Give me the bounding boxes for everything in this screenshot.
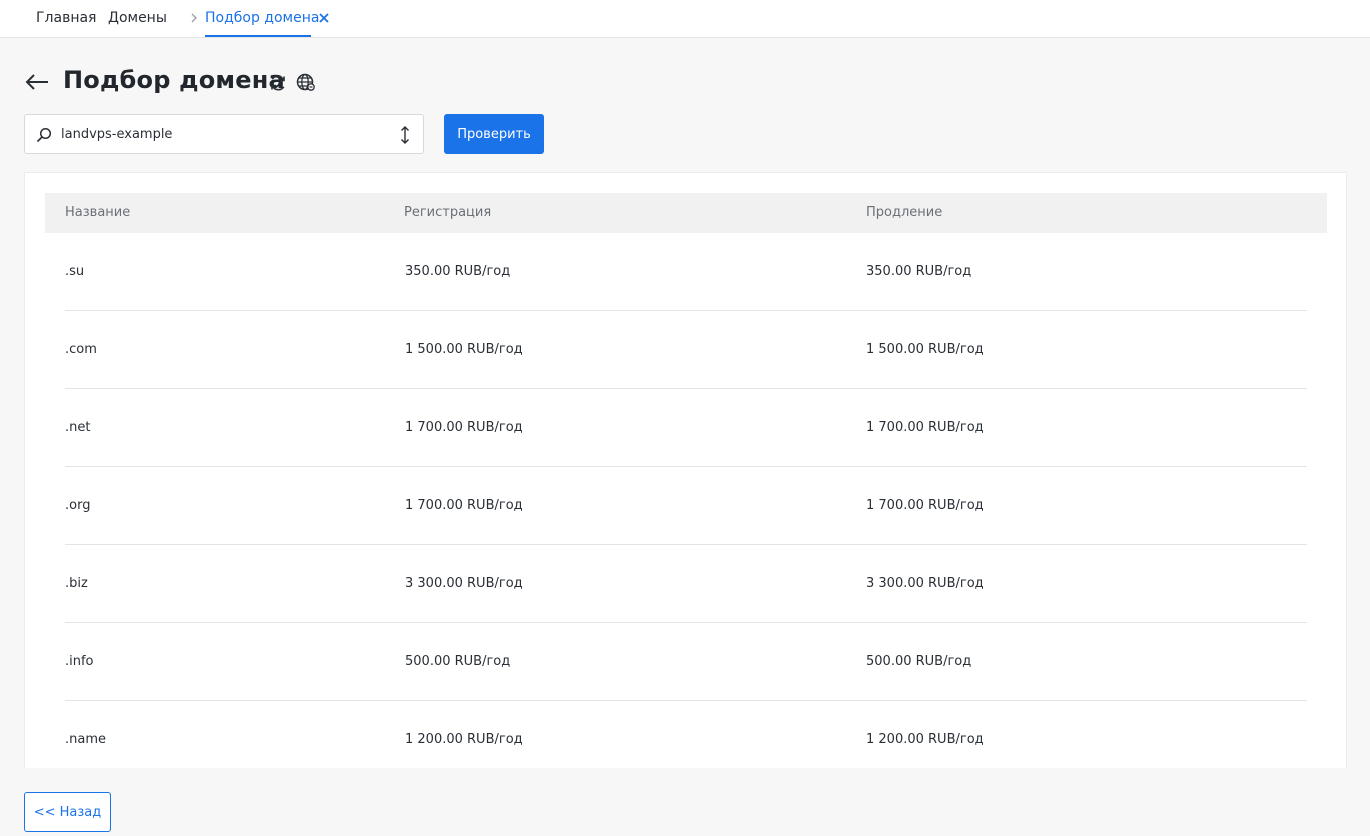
cell-domain-zone: .name [65, 732, 106, 747]
tab-domains[interactable]: Домены [108, 0, 167, 38]
cell-registration-price: 1 700.00 RUB/год [405, 498, 523, 513]
page-title: Подбор домена [63, 66, 285, 94]
refresh-icon[interactable] [268, 73, 288, 93]
table-row[interactable]: .net 1 700.00 RUB/год 1 700.00 RUB/год [65, 389, 1307, 467]
cell-renewal-price: 1 700.00 RUB/год [866, 420, 984, 435]
cell-domain-zone: .biz [65, 576, 88, 591]
table-row[interactable]: .info 500.00 RUB/год 500.00 RUB/год [65, 623, 1307, 701]
sort-icon[interactable] [398, 125, 412, 145]
cell-renewal-price: 1 700.00 RUB/год [866, 498, 984, 513]
column-header-renewal[interactable]: Продление [866, 193, 942, 233]
cell-renewal-price: 3 300.00 RUB/год [866, 576, 984, 591]
tab-home[interactable]: Главная [36, 0, 96, 38]
cell-renewal-price: 1 200.00 RUB/год [866, 732, 984, 747]
globe-icon[interactable] [296, 72, 316, 92]
tab-bar: Главная Домены Подбор домена [0, 0, 1370, 38]
table-row[interactable]: .biz 3 300.00 RUB/год 3 300.00 RUB/год [65, 545, 1307, 623]
cell-renewal-price: 1 500.00 RUB/год [866, 342, 984, 357]
cell-domain-zone: .org [65, 498, 91, 513]
column-header-registration[interactable]: Регистрация [404, 193, 491, 233]
table-header: Название Регистрация Продление [45, 193, 1327, 233]
cell-domain-zone: .info [65, 654, 94, 669]
back-arrow-icon[interactable] [24, 70, 50, 94]
cell-renewal-price: 350.00 RUB/год [866, 264, 972, 279]
cell-registration-price: 350.00 RUB/год [405, 264, 511, 279]
table-row[interactable]: .org 1 700.00 RUB/год 1 700.00 RUB/год [65, 467, 1307, 545]
tab-domain-search[interactable]: Подбор домена [205, 0, 319, 38]
chevron-right-icon [191, 13, 197, 23]
domain-search-field[interactable] [24, 114, 424, 154]
cell-domain-zone: .com [65, 342, 97, 357]
table-row[interactable]: .name 1 200.00 RUB/год 1 200.00 RUB/год [65, 701, 1307, 768]
active-tab-indicator [205, 35, 311, 37]
cell-registration-price: 1 500.00 RUB/год [405, 342, 523, 357]
domain-price-table: Название Регистрация Продление .su 350.0… [24, 172, 1347, 768]
cell-renewal-price: 500.00 RUB/год [866, 654, 972, 669]
cell-registration-price: 1 700.00 RUB/год [405, 420, 523, 435]
search-icon [36, 127, 52, 143]
table-row[interactable]: .su 350.00 RUB/год 350.00 RUB/год [65, 233, 1307, 311]
cell-registration-price: 500.00 RUB/год [405, 654, 511, 669]
search-input[interactable] [61, 121, 381, 147]
table-row[interactable]: .com 1 500.00 RUB/год 1 500.00 RUB/год [65, 311, 1307, 389]
column-header-name[interactable]: Название [65, 193, 130, 233]
cell-domain-zone: .net [65, 420, 91, 435]
cell-domain-zone: .su [65, 264, 85, 279]
check-button[interactable]: Проверить [444, 114, 544, 154]
cell-registration-price: 1 200.00 RUB/год [405, 732, 523, 747]
close-icon[interactable] [318, 12, 330, 24]
back-button[interactable]: << Назад [24, 792, 111, 832]
cell-registration-price: 3 300.00 RUB/год [405, 576, 523, 591]
